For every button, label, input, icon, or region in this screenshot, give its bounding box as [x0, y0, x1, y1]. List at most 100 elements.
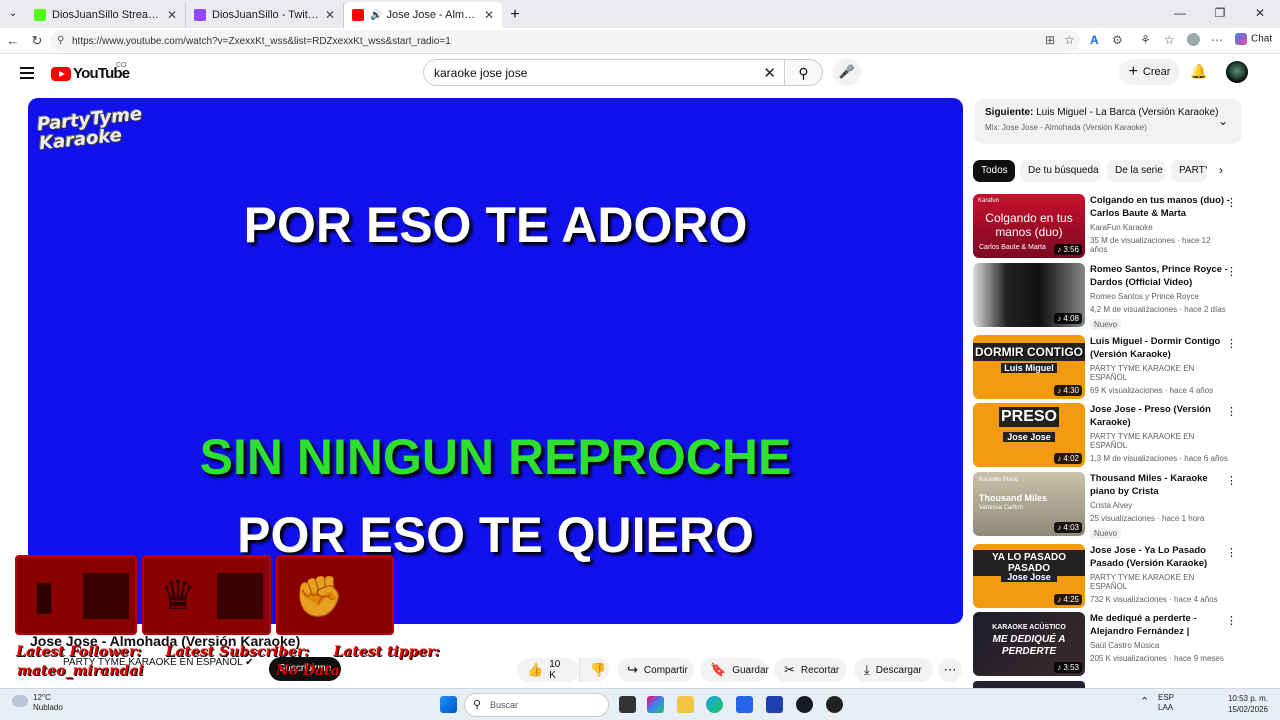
browser-tab-twitch[interactable]: DiosJuanSillo - Twitch ✕ [186, 2, 344, 28]
rec-channel[interactable]: PARTY TYME KARAOKE EN ESPAÑOL [1090, 364, 1230, 382]
thumb-sub: Jose Jose [1001, 572, 1057, 582]
task-view-icon[interactable] [619, 696, 636, 713]
close-tab-icon[interactable]: ✕ [484, 8, 494, 22]
rec-title[interactable]: Jose Jose - Ya Lo Pasado Pasado (Versión… [1090, 544, 1230, 570]
more-vertical-icon[interactable]: ⋮ [1226, 546, 1237, 559]
chip-all[interactable]: Todos [973, 160, 1015, 182]
video-thumbnail[interactable]: YA LO PASADO PASADO Jose Jose ♪ 4:25 [973, 544, 1085, 608]
chevron-down-icon[interactable]: ⌄ [1218, 114, 1228, 128]
account-avatar[interactable] [1226, 61, 1248, 83]
close-tab-icon[interactable]: ✕ [325, 8, 335, 22]
recommendation-item[interactable]: Karaoke Piano Thousand Miles Vanessa Car… [973, 472, 1241, 539]
video-thumbnail[interactable]: ♪ 4:08 [973, 263, 1085, 327]
obs-icon[interactable] [826, 696, 843, 713]
system-clock[interactable]: 10:53 p. m. 15/02/2026 [1196, 693, 1268, 715]
more-menu-icon[interactable]: ⋯ [1211, 33, 1223, 47]
more-vertical-icon[interactable]: ⋮ [1226, 265, 1237, 278]
read-aloud-icon[interactable]: A [1090, 33, 1099, 47]
rec-channel[interactable]: PARTY TYME KARAOKE EN ESPAÑOL [1090, 573, 1230, 591]
chip-from-search[interactable]: De tu búsqueda [1020, 160, 1101, 182]
tab-list-chevron-icon[interactable]: ⌄ [0, 1, 26, 27]
recommendation-item[interactable]: KARAOKE ACÚSTICO ME DEDIQUÉ A PERDERTE ♪… [973, 612, 1241, 676]
voice-search-icon[interactable]: 🎤 [833, 58, 861, 86]
rec-channel[interactable]: PARTY TYME KARAOKE EN ESPAÑOL [1090, 432, 1230, 450]
create-button[interactable]: + Crear [1119, 59, 1180, 85]
store-icon[interactable] [736, 696, 753, 713]
browser-tab-youtube[interactable]: 🔊 Jose Jose - Almohada (Versión Karaoke)… [344, 2, 502, 28]
rec-channel[interactable]: Saúl Castro Música [1090, 641, 1230, 650]
back-icon[interactable]: ← [2, 33, 24, 48]
site-info-icon[interactable]: ⚲ [57, 35, 64, 46]
rec-title[interactable]: Romeo Santos, Prince Royce - Dardos (Off… [1090, 263, 1230, 289]
app-available-icon[interactable]: ⊞ [1045, 33, 1055, 47]
language-indicator[interactable]: ESP LAA [1158, 693, 1174, 713]
window-controls: — ❐ ✕ [1160, 0, 1280, 28]
new-tab-button[interactable]: + [502, 2, 528, 28]
file-explorer-icon[interactable] [677, 696, 694, 713]
extensions-icon[interactable]: ⚙ [1112, 33, 1123, 47]
minimize-icon[interactable]: — [1160, 0, 1200, 28]
video-thumbnail[interactable]: KARAOKE ACÚSTICO ME DEDIQUÉ A PERDERTE ♪… [973, 612, 1085, 676]
rec-channel[interactable]: KaraFun Karaoke [1090, 223, 1230, 232]
more-vertical-icon[interactable]: ⋮ [1226, 474, 1237, 487]
rec-title[interactable]: Colgando en tus manos (duo) - Carlos Bau… [1090, 194, 1230, 220]
close-tab-icon[interactable]: ✕ [167, 8, 177, 22]
favorites-icon[interactable]: ☆ [1164, 33, 1175, 47]
dislike-button[interactable]: 👎 [579, 658, 609, 682]
recommendation-item[interactable]: YA LO PASADO PASADO Jose Jose ♪ 4:25 Jos… [973, 544, 1241, 608]
rec-title[interactable]: Jose Jose - Preso (Versión Karaoke) [1090, 403, 1230, 429]
rec-channel[interactable]: Romeo Santos y Prince Royce [1090, 292, 1230, 301]
clear-search-icon[interactable]: ✕ [763, 64, 776, 82]
copilot-chat-button[interactable]: Chat [1235, 33, 1272, 45]
more-vertical-icon[interactable]: ⋮ [1226, 405, 1237, 418]
rec-channel[interactable]: Crista Alvey [1090, 501, 1230, 510]
next-thumbnail-partial[interactable] [973, 681, 1085, 688]
collections-icon[interactable]: ⚘ [1140, 33, 1151, 47]
video-player[interactable]: PartyTyme Karaoke POR ESO TE ADORO SIN N… [28, 98, 963, 624]
outlook-icon[interactable] [766, 696, 783, 713]
steam-icon[interactable] [796, 696, 813, 713]
video-thumbnail[interactable]: DORMIR CONTIGO Luis Miguel ♪ 4:30 [973, 335, 1085, 399]
search-input[interactable]: karaoke jose jose ✕ [423, 59, 785, 86]
save-button[interactable]: 🔖 Guardar [700, 658, 769, 682]
rec-title[interactable]: Luis Miguel - Dormir Contigo (Versión Ka… [1090, 335, 1230, 361]
recommendation-item[interactable]: DORMIR CONTIGO Luis Miguel ♪ 4:30 Luis M… [973, 335, 1241, 399]
chip-party[interactable]: PARTY [1171, 160, 1207, 182]
like-button[interactable]: 👍 10 K [517, 658, 579, 682]
more-vertical-icon[interactable]: ⋮ [1226, 614, 1237, 627]
hamburger-menu-icon[interactable] [20, 67, 34, 82]
up-next-panel[interactable]: Siguiente: Luis Miguel - La Barca (Versi… [974, 99, 1242, 144]
chevron-right-icon[interactable]: › [1219, 163, 1223, 177]
recommendation-item[interactable]: Karafun Colgando en tus manos (duo) Carl… [973, 194, 1241, 258]
edge-icon[interactable] [706, 696, 723, 713]
share-button[interactable]: ↪ Compartir [617, 658, 694, 682]
maximize-icon[interactable]: ❐ [1200, 0, 1240, 28]
close-window-icon[interactable]: ✕ [1240, 0, 1280, 28]
rec-title[interactable]: Thousand Miles - Karaoke piano by Crista [1090, 472, 1230, 498]
reload-icon[interactable]: ↻ [26, 33, 48, 49]
url-field[interactable]: ⚲ https://www.youtube.com/watch?v=ZxexxK… [50, 30, 1080, 52]
more-vertical-icon[interactable]: ⋮ [1226, 337, 1237, 350]
recommendation-item[interactable]: PRESO Jose Jose ♪ 4:02 Jose Jose - Preso… [973, 403, 1241, 467]
chip-from-series[interactable]: De la serie [1107, 160, 1165, 182]
more-vertical-icon[interactable]: ⋮ [1226, 196, 1237, 209]
search-button[interactable]: ⚲ [785, 59, 823, 86]
video-thumbnail[interactable]: Karaoke Piano Thousand Miles Vanessa Car… [973, 472, 1085, 536]
browser-tab-kick[interactable]: DiosJuanSillo Stream - Kick Dashboard ✕ [26, 2, 186, 28]
weather-widget[interactable]: 12°C Nublado [12, 693, 63, 713]
tray-chevron-icon[interactable]: ⌃ [1140, 695, 1149, 708]
download-button[interactable]: ⤓ Descargar [854, 658, 933, 682]
notifications-bell-icon[interactable]: 🔔 [1190, 63, 1207, 80]
speaker-icon[interactable]: 🔊 [370, 10, 382, 21]
rec-title[interactable]: Me dediqué a perderte - Alejandro Fernán… [1090, 612, 1230, 638]
profile-icon[interactable] [1187, 33, 1200, 46]
copilot-taskbar-icon[interactable] [647, 696, 664, 713]
recommendation-item[interactable]: ♪ 4:08 Romeo Santos, Prince Royce - Dard… [973, 263, 1241, 330]
video-thumbnail[interactable]: Karafun Colgando en tus manos (duo) Carl… [973, 194, 1085, 258]
taskbar-search[interactable]: ⚲ Buscar [464, 693, 609, 717]
favorite-star-icon[interactable]: ☆ [1064, 33, 1075, 47]
more-actions-button[interactable]: ⋯ [938, 658, 962, 682]
clip-button[interactable]: ✂ Recortar [774, 658, 847, 682]
windows-start-icon[interactable] [440, 696, 457, 713]
video-thumbnail[interactable]: PRESO Jose Jose ♪ 4:02 [973, 403, 1085, 467]
